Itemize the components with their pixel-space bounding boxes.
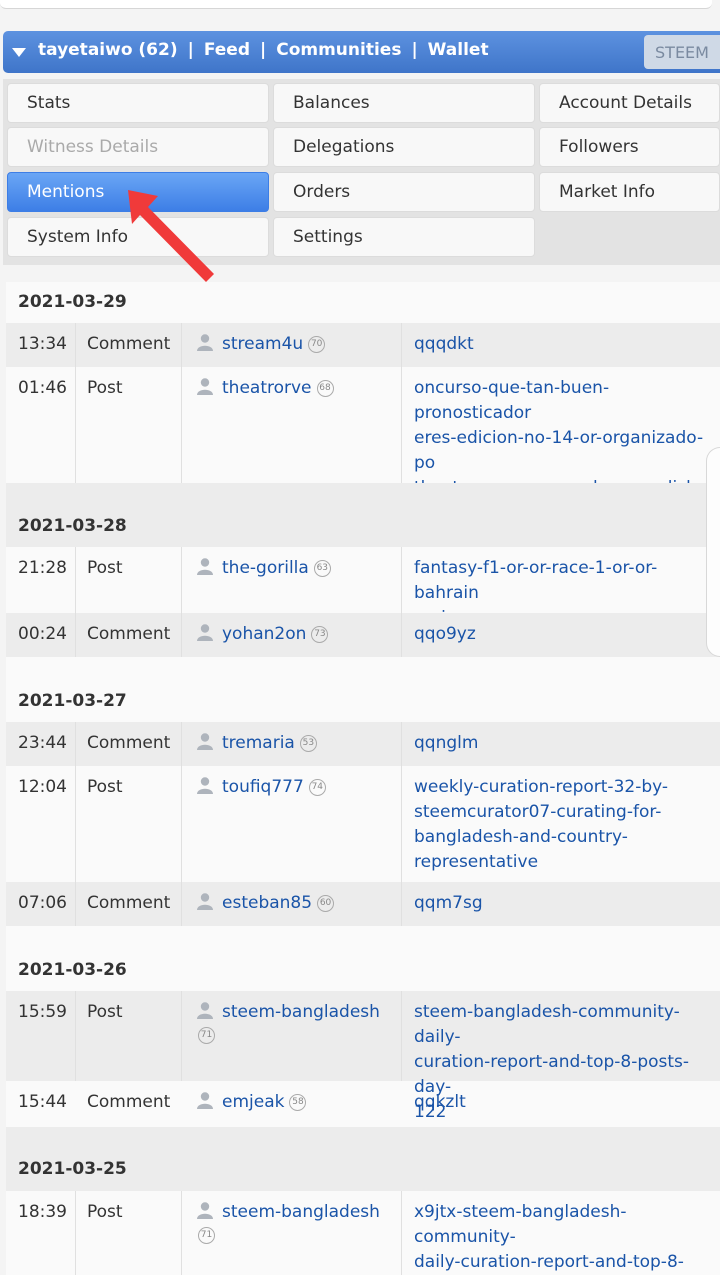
red-arrow-annotation (128, 190, 214, 282)
table-row: 18:39 Post steem-bangladesh 71 x9jtx-stee… (6, 1191, 720, 1275)
group-spacer (6, 483, 720, 547)
table-row: 15:59 Post steem-bangladesh 71 steem-bang… (6, 991, 720, 1122)
nav-wallet-link[interactable]: Wallet (428, 40, 489, 60)
tab-orders[interactable]: Orders (273, 172, 535, 212)
steem-button[interactable]: STEEM (644, 35, 720, 69)
username-link[interactable]: emjeak (222, 1092, 284, 1112)
account-header: tayetaiwo (62) | Feed | Communities | Wallet S… (3, 31, 720, 73)
date-heading: 2021-03-27 (18, 691, 127, 711)
reputation-badge: 71 (198, 1027, 215, 1044)
reputation-badge: 71 (198, 1227, 215, 1244)
table-row: 01:46 Post theatrorve 68 oncurso-que-tan-… (6, 367, 720, 548)
table-row: 23:44 Comment tremaria 53 qqnglm (6, 722, 720, 766)
table-row: 00:24 Comment yohan2on 73 qqo9yz (6, 613, 720, 657)
user-icon (197, 624, 213, 641)
table-row: 15:44 Comment emjeak 58 qqkzlt (6, 1081, 720, 1127)
permlink[interactable]: fantasy-f1-or-or-race-1-or-or-bahrain re… (402, 547, 720, 628)
date-heading: 2021-03-29 (18, 292, 127, 312)
user-icon (197, 558, 213, 575)
reputation-badge: 53 (299, 735, 317, 752)
mentions-list: 2021-03-29 13:34 Comment stream4u 70 qqqd… (6, 282, 720, 1275)
tab-account-details[interactable]: Account Details (539, 83, 720, 123)
reputation-badge: 63 (313, 560, 331, 577)
reputation-badge: 58 (289, 1094, 307, 1111)
table-row: 12:04 Post toufiq777 74 weekly-curation-r… (6, 766, 720, 882)
username-link[interactable]: toufiq777 (222, 777, 304, 797)
permlink[interactable]: oncurso-que-tan-buen-pronosticador eres-… (402, 367, 720, 548)
user-icon (197, 733, 213, 750)
permlink[interactable]: steem-bangladesh-community-daily- curati… (402, 991, 720, 1122)
side-panel-edge (706, 447, 720, 657)
username-link[interactable]: steem-bangladesh (222, 1202, 380, 1222)
date-heading: 2021-03-25 (18, 1159, 127, 1179)
table-row: 13:34 Comment stream4u 70 qqqdkt (6, 323, 720, 367)
user-icon (197, 777, 213, 794)
username-link[interactable]: esteban85 (222, 893, 312, 913)
username-link[interactable]: tremaria (222, 733, 295, 753)
table-row: 21:28 Post the-gorilla 63 fantasy-f1-or-o… (6, 547, 720, 628)
date-heading: 2021-03-26 (18, 960, 127, 980)
nav-feed-link[interactable]: Feed (204, 40, 250, 60)
permlink[interactable]: qqo9yz (402, 613, 720, 657)
caret-down-icon[interactable] (12, 48, 26, 57)
tab-stats[interactable]: Stats (7, 83, 269, 123)
username-link[interactable]: yohan2on (222, 624, 306, 644)
user-icon (197, 1202, 213, 1219)
permlink[interactable]: qqkzlt (402, 1081, 720, 1127)
table-row: 07:06 Comment esteban85 60 qqm7sg (6, 882, 720, 926)
username-link[interactable]: theatrorve (222, 378, 312, 398)
tab-balances[interactable]: Balances (273, 83, 535, 123)
permlink[interactable]: weekly-curation-report-32-by- steemcurat… (402, 766, 720, 882)
username-link[interactable]: stream4u (222, 334, 303, 354)
tab-delegations[interactable]: Delegations (273, 127, 535, 167)
permlink[interactable]: qqm7sg (402, 882, 720, 926)
user-icon (197, 334, 213, 351)
tab-settings[interactable]: Settings (273, 217, 535, 257)
reputation-badge: 68 (316, 380, 334, 397)
reputation-badge: 60 (317, 895, 335, 912)
username-link[interactable]: the-gorilla (222, 558, 309, 578)
user-icon (197, 893, 213, 910)
nav-communities-link[interactable]: Communities (276, 40, 401, 60)
user-link[interactable]: tayetaiwo (62) (38, 40, 178, 60)
tab-market-info[interactable]: Market Info (539, 172, 720, 212)
reputation-badge: 73 (311, 626, 329, 643)
reputation-badge: 70 (308, 336, 326, 353)
tab-followers[interactable]: Followers (539, 127, 720, 167)
username-link[interactable]: steem-bangladesh (222, 1002, 380, 1022)
tab-witness-details: Witness Details (7, 127, 269, 167)
permlink[interactable]: qqnglm (402, 722, 720, 766)
permlink[interactable]: x9jtx-steem-bangladesh-community- daily-… (402, 1191, 720, 1275)
top-bar (0, 0, 712, 9)
user-icon (197, 378, 213, 395)
user-icon (197, 1002, 213, 1019)
user-icon (197, 1092, 213, 1109)
permlink[interactable]: qqqdkt (402, 323, 720, 367)
date-heading: 2021-03-28 (18, 516, 127, 536)
reputation-badge: 74 (308, 779, 326, 796)
